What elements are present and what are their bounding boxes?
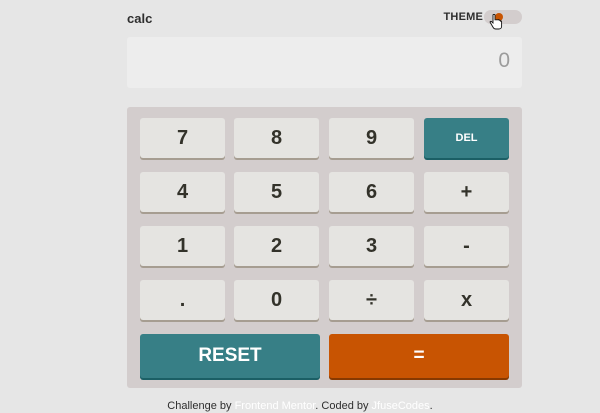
delete-button[interactable]: DEL [424, 118, 509, 158]
author-link[interactable]: JfuseCodes [372, 400, 430, 412]
reset-button[interactable]: RESET [140, 334, 320, 378]
theme-label: THEME [443, 11, 483, 23]
key-5[interactable]: 5 [234, 172, 319, 212]
key-7[interactable]: 7 [140, 118, 225, 158]
display-screen: 0 [127, 37, 522, 88]
key-8[interactable]: 8 [234, 118, 319, 158]
footer-prefix: Challenge by [167, 400, 235, 412]
app-title: calc [127, 11, 153, 26]
display-value: 0 [498, 49, 510, 72]
equals-button[interactable]: = [329, 334, 509, 378]
key-0[interactable]: 0 [234, 280, 319, 320]
key-6[interactable]: 6 [329, 172, 414, 212]
frontend-mentor-link[interactable]: Frontend Mentor [235, 400, 316, 412]
key-decimal[interactable]: . [140, 280, 225, 320]
key-4[interactable]: 4 [140, 172, 225, 212]
key-9[interactable]: 9 [329, 118, 414, 158]
attribution-footer: Challenge by Frontend Mentor. Coded by J… [0, 400, 600, 412]
key-plus[interactable]: + [424, 172, 509, 212]
key-1[interactable]: 1 [140, 226, 225, 266]
key-3[interactable]: 3 [329, 226, 414, 266]
key-2[interactable]: 2 [234, 226, 319, 266]
hand-cursor-icon [489, 14, 503, 30]
key-minus[interactable]: - [424, 226, 509, 266]
footer-middle: . Coded by [315, 400, 372, 412]
key-divide[interactable]: ÷ [329, 280, 414, 320]
key-multiply[interactable]: x [424, 280, 509, 320]
header: calc THEME [127, 8, 522, 28]
footer-suffix: . [429, 400, 433, 412]
keypad: 7 8 9 DEL 4 5 6 + 1 2 3 - . 0 ÷ x RESET … [127, 107, 522, 388]
